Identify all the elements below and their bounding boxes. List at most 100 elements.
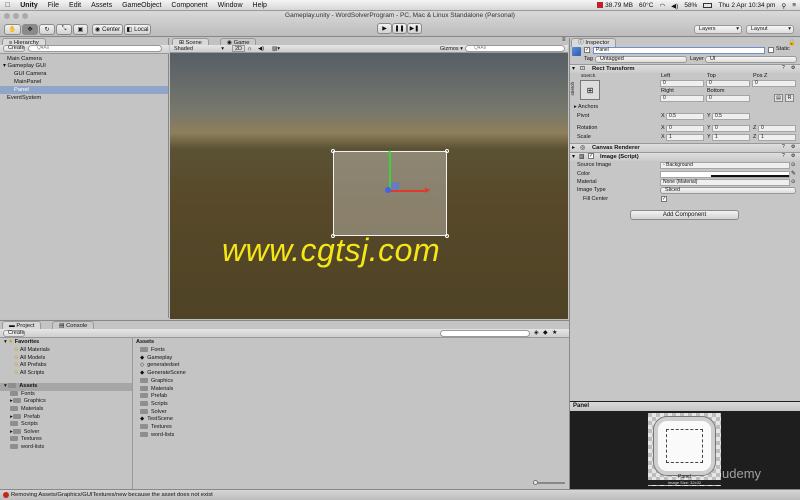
status-bar[interactable]: Removing Assets/Graphics/GUITextures/new…	[0, 489, 800, 500]
filter-type-icon[interactable]: ◈	[534, 329, 539, 336]
color-swatch[interactable]	[660, 171, 790, 178]
canvas-renderer-header[interactable]: Canvas Renderer	[570, 143, 800, 152]
step-button[interactable]: ▶❚	[407, 23, 422, 34]
pivot-center-button[interactable]: ◉ Center	[92, 24, 123, 35]
2d-mode-toggle[interactable]: 2D	[232, 45, 246, 52]
menu-edit[interactable]: Edit	[64, 2, 86, 9]
asset-folder-fonts[interactable]: Fonts	[140, 347, 165, 354]
volume-icon[interactable]: ◀)	[671, 2, 678, 10]
layers-dropdown[interactable]: Layers ▾	[694, 25, 742, 34]
menu-help[interactable]: Help	[248, 2, 272, 9]
image-enabled-checkbox[interactable]: ✓	[588, 153, 594, 159]
scene-viewport[interactable]: ▲ ▶	[170, 53, 568, 319]
move-tool-button[interactable]: ✥	[22, 24, 38, 35]
hierarchy-item-panel[interactable]: Panel	[0, 86, 168, 94]
gameobject-name-input[interactable]: Panel	[593, 47, 765, 54]
asset-folder-graphics[interactable]: Graphics	[140, 378, 173, 385]
tree-folder-fonts[interactable]: Fonts	[10, 391, 35, 398]
favorite-item[interactable]: ⊙ All Scripts	[14, 370, 44, 377]
asset-folder-scripts[interactable]: Scripts	[140, 401, 168, 408]
favorite-item[interactable]: ⊙ All Prefabs	[14, 362, 46, 369]
gizmos-dropdown[interactable]: Gizmos ▾	[440, 45, 463, 53]
posz-field[interactable]: 0	[752, 80, 796, 87]
component-settings-icon[interactable]: ⚙	[791, 144, 795, 150]
clock[interactable]: Thu 2 Apr 10:34 pm	[718, 2, 775, 9]
left-field[interactable]: 0	[660, 80, 704, 87]
foldout-arrow-icon[interactable]: ▾	[572, 65, 575, 72]
shading-mode-dropdown[interactable]: Shaded ▾	[174, 45, 224, 53]
rect-handle[interactable]	[445, 234, 449, 238]
menu-unity[interactable]: Unity	[15, 2, 43, 9]
tree-folder-materials[interactable]: Materials	[10, 406, 43, 413]
favorite-star-icon[interactable]: ★	[552, 329, 557, 336]
hierarchy-search-input[interactable]: Q▾All	[28, 45, 162, 52]
rect-handle[interactable]	[331, 149, 335, 153]
component-help-icon[interactable]: ?	[782, 144, 785, 150]
filter-label-icon[interactable]: ◆	[543, 329, 548, 336]
asset-scene-testscene[interactable]: ◆ TestScene	[140, 416, 173, 423]
image-script-header[interactable]: Image (Script)	[570, 152, 800, 161]
layer-dropdown[interactable]: UI	[705, 56, 797, 63]
rect-tool-button[interactable]: ▣	[73, 24, 88, 35]
tree-folder-graphics[interactable]: ▸ Graphics	[10, 398, 46, 405]
pivot-y-field[interactable]: 0.5	[712, 113, 750, 120]
foldout-arrow-icon[interactable]: ▾	[572, 153, 575, 160]
tab-inspector[interactable]: ⓘ Inspector	[571, 38, 617, 47]
move-gizmo-x-axis[interactable]	[390, 190, 426, 192]
hierarchy-create-button[interactable]: Create	[3, 45, 25, 52]
anchors-foldout[interactable]: ▸ Anchors	[574, 104, 598, 111]
rotation-x-field[interactable]: 0	[666, 125, 704, 132]
add-component-button[interactable]: Add Component	[630, 210, 739, 220]
image-type-dropdown[interactable]: Sliced	[660, 187, 796, 194]
temperature[interactable]: 60°C	[639, 2, 654, 9]
rect-transform-header[interactable]: Rect Transform	[570, 64, 800, 73]
top-field[interactable]: 0	[706, 80, 750, 87]
project-create-button[interactable]: Create	[3, 330, 25, 337]
tree-folder-textures[interactable]: Textures	[10, 436, 42, 443]
component-settings-icon[interactable]: ⚙	[791, 153, 795, 159]
object-picker-icon[interactable]: ⊙	[791, 162, 795, 168]
foldout-arrow-icon[interactable]: ▸	[572, 144, 575, 151]
scene-effects-icon[interactable]: ▨▾	[272, 45, 280, 53]
scale-tool-button[interactable]: ⤡	[56, 24, 72, 35]
tree-folder-solver[interactable]: ▸ Solver	[10, 429, 39, 436]
active-checkbox[interactable]: ✓	[584, 47, 590, 53]
panel-menu-icon[interactable]: ≡	[562, 37, 566, 43]
asset-folder-word-lists[interactable]: word-lists	[140, 432, 174, 439]
wifi-icon[interactable]: ◠	[659, 2, 665, 10]
eyedropper-icon[interactable]: ✎	[791, 170, 796, 177]
component-settings-icon[interactable]: ⚙	[791, 65, 795, 71]
icon-size-slider-handle[interactable]	[533, 480, 538, 485]
asset-scene-generatescene[interactable]: ◆ GenerateScene	[140, 370, 186, 377]
rotation-z-field[interactable]: 0	[758, 125, 796, 132]
tree-folder-word-lists[interactable]: word-lists	[10, 444, 44, 451]
move-gizmo-z-axis[interactable]	[385, 187, 391, 193]
play-button[interactable]: ▶	[377, 23, 392, 34]
fill-center-checkbox[interactable]: ✓	[661, 196, 667, 202]
layout-dropdown[interactable]: Layout ▾	[746, 25, 794, 34]
close-window-icon[interactable]	[4, 13, 10, 19]
asset-folder-materials[interactable]: Materials	[140, 386, 173, 393]
asset-folder-prefab[interactable]: Prefab	[140, 393, 167, 400]
scene-audio-icon[interactable]: ◀)	[258, 45, 264, 53]
rotate-tool-button[interactable]: ↻	[39, 24, 55, 35]
asset-generatedset[interactable]: ◇ generatedset	[140, 362, 179, 369]
scene-lighting-icon[interactable]: ☼	[247, 45, 252, 53]
search-icon[interactable]: ⚲	[781, 2, 786, 10]
pause-button[interactable]: ❚❚	[392, 23, 407, 34]
rotation-y-field[interactable]: 0	[712, 125, 750, 132]
static-checkbox[interactable]	[768, 47, 774, 53]
object-picker-icon[interactable]: ⊙	[791, 179, 795, 185]
menu-component[interactable]: Component	[166, 2, 212, 9]
rect-handle[interactable]	[445, 149, 449, 153]
hierarchy-item-gui-camera[interactable]: GUI Camera	[0, 70, 168, 78]
scene-search-input[interactable]: Q▾All	[465, 45, 565, 52]
pivot-local-button[interactable]: ◧ Local	[124, 24, 151, 35]
scale-z-field[interactable]: 1	[758, 134, 796, 141]
project-search-input[interactable]	[440, 330, 530, 337]
pivot-x-field[interactable]: 0.5	[666, 113, 704, 120]
asset-folder-solver[interactable]: Solver	[140, 409, 167, 416]
hand-tool-button[interactable]: ✋	[4, 24, 21, 35]
component-help-icon[interactable]: ?	[782, 65, 785, 71]
favorite-item[interactable]: ⊙ All Models	[14, 355, 45, 362]
